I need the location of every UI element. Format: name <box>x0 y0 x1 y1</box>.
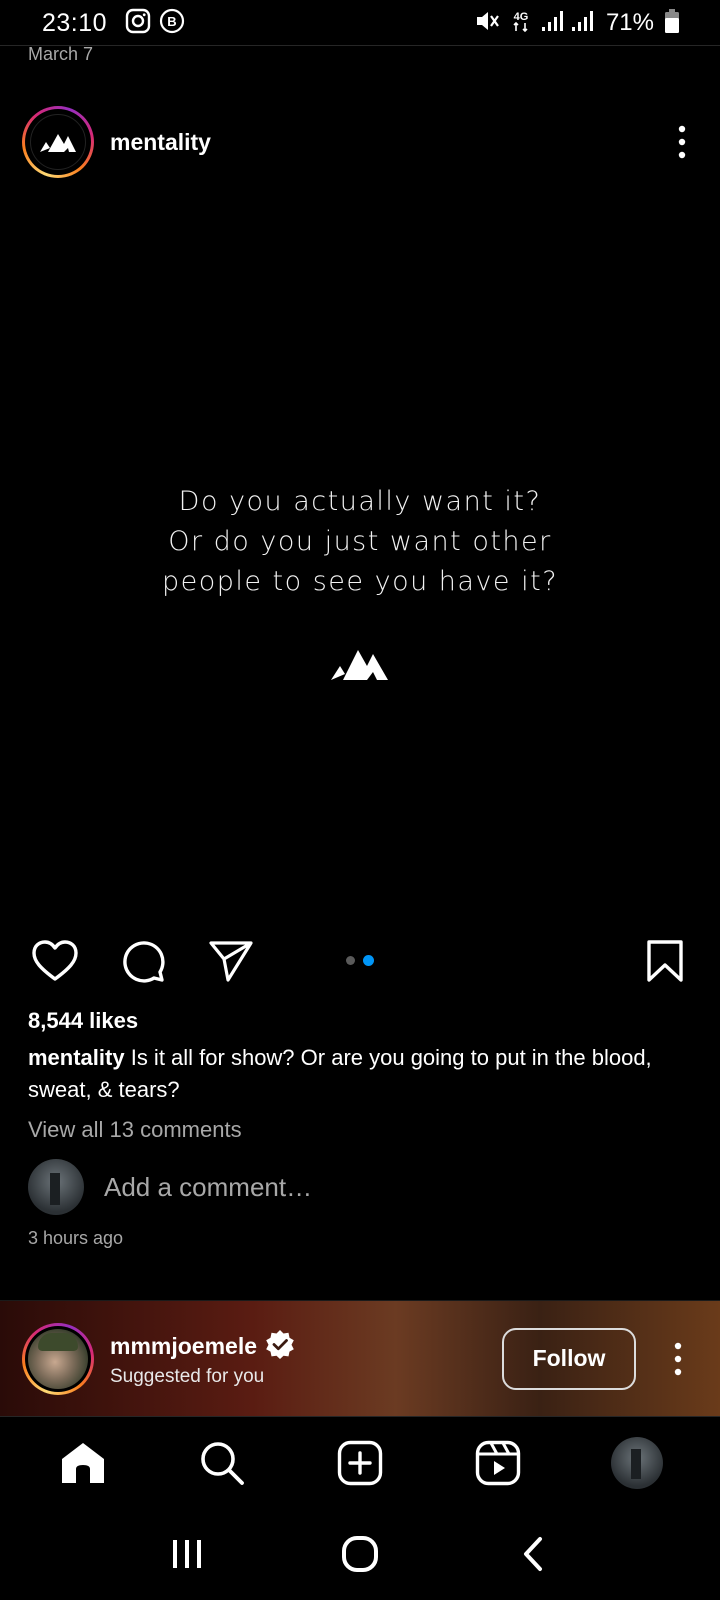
post-timestamp: 3 hours ago <box>28 1228 124 1248</box>
suggested-more-options-button[interactable] <box>658 1329 698 1389</box>
mentality-logo-icon <box>30 114 86 170</box>
battery-icon <box>664 8 680 39</box>
mute-icon <box>474 8 500 39</box>
svg-text:B: B <box>167 14 176 29</box>
more-vertical-icon <box>678 125 686 159</box>
view-all-comments-link[interactable]: View all 13 comments <box>28 1117 242 1143</box>
comment-bubble-icon <box>123 941 165 983</box>
suggested-avatar[interactable] <box>22 1322 94 1395</box>
status-right: 4G 71% <box>474 8 680 39</box>
svg-text:4G: 4G <box>514 11 529 23</box>
more-vertical-icon <box>674 1342 682 1375</box>
signal-icon <box>541 9 596 38</box>
quote-line: people to see you have it? <box>161 565 559 597</box>
paper-plane-icon <box>209 941 253 982</box>
status-time: 23:10 <box>42 8 108 37</box>
instagram-icon <box>125 8 151 39</box>
share-button[interactable] <box>206 936 256 986</box>
nav-reels[interactable] <box>468 1433 528 1493</box>
bottom-navigation <box>0 1416 720 1508</box>
add-post-icon <box>337 1440 383 1485</box>
previous-post-date: March 7 <box>28 44 94 64</box>
mentality-watermark-icon <box>330 644 390 689</box>
comment-button[interactable] <box>118 936 168 986</box>
back-chevron-icon <box>524 1537 543 1571</box>
network-type-icon: 4G <box>510 8 532 39</box>
save-button[interactable] <box>640 936 690 986</box>
back-button[interactable] <box>503 1524 563 1584</box>
status-bar: 23:10 B 4G 71% <box>0 0 720 46</box>
b-badge-icon: B <box>159 8 185 39</box>
post-avatar[interactable] <box>22 106 94 178</box>
add-comment-row <box>28 1159 504 1215</box>
nav-search[interactable] <box>192 1433 252 1493</box>
add-comment-input[interactable] <box>104 1171 504 1203</box>
reels-icon <box>476 1440 521 1485</box>
quote-line: Or do you just want other <box>168 525 552 557</box>
quote-line: Do you actually want it? <box>178 485 542 517</box>
carousel-dot <box>346 956 355 965</box>
post-header: mentality <box>22 106 702 178</box>
system-navigation-bar <box>0 1508 720 1600</box>
post-quote: Do you actually want it? Or do you just … <box>162 482 558 602</box>
battery-percent: 71% <box>605 9 654 36</box>
home-circle-icon <box>341 1536 378 1572</box>
carousel-indicator <box>346 955 374 966</box>
verified-badge-icon <box>265 1329 295 1364</box>
profile-avatar <box>610 1436 663 1489</box>
suggested-post-header: mmmjoemele Suggested for you Follow <box>0 1300 720 1416</box>
post-image[interactable]: Do you actually want it? Or do you just … <box>0 200 720 920</box>
like-button[interactable] <box>30 936 80 986</box>
nav-create[interactable] <box>330 1433 390 1493</box>
suggested-subtitle: Suggested for you <box>110 1366 265 1387</box>
home-icon <box>62 1442 105 1483</box>
bookmark-icon <box>647 940 683 982</box>
likes-count[interactable]: 8,544 likes <box>28 1008 138 1034</box>
nav-home[interactable] <box>53 1433 113 1493</box>
nav-profile[interactable] <box>607 1433 667 1493</box>
post-actions <box>30 936 690 986</box>
suggested-text: mmmjoemele Suggested for you <box>110 1329 295 1388</box>
suggested-username[interactable]: mmmjoemele <box>110 1333 257 1360</box>
heart-icon <box>32 940 78 981</box>
caption-username[interactable]: mentality <box>28 1045 125 1070</box>
recent-apps-button[interactable] <box>157 1524 217 1584</box>
carousel-dot-active <box>363 955 374 966</box>
post-caption: mentality Is it all for show? Or are you… <box>28 1042 698 1106</box>
current-user-avatar <box>28 1159 84 1215</box>
recent-apps-icon <box>172 1540 201 1568</box>
post-username[interactable]: mentality <box>110 129 211 156</box>
search-icon <box>200 1441 244 1485</box>
home-button[interactable] <box>330 1524 390 1584</box>
status-app-icons: B <box>125 8 185 39</box>
follow-button[interactable]: Follow <box>502 1327 636 1390</box>
more-options-button[interactable] <box>662 112 702 172</box>
status-divider <box>0 45 720 46</box>
